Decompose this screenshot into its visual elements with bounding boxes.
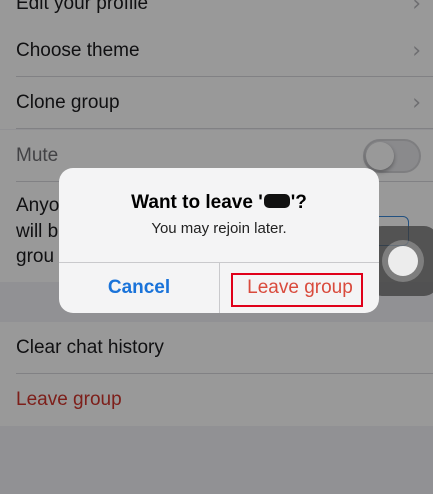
assistive-touch-ring xyxy=(382,240,424,282)
redacted-name xyxy=(263,194,290,209)
leave-group-alert: Want to leave ' '? You may rejoin later. … xyxy=(59,168,379,313)
alert-title: Want to leave ' '? xyxy=(59,192,379,214)
leave-group-button[interactable]: Leave group xyxy=(220,263,379,313)
cancel-button[interactable]: Cancel xyxy=(59,263,219,313)
alert-message: You may rejoin later. xyxy=(151,220,287,237)
alert-title-prefix: Want to leave ' xyxy=(131,192,263,213)
alert-title-suffix: '? xyxy=(290,192,307,213)
assistive-touch-dot xyxy=(388,246,418,276)
